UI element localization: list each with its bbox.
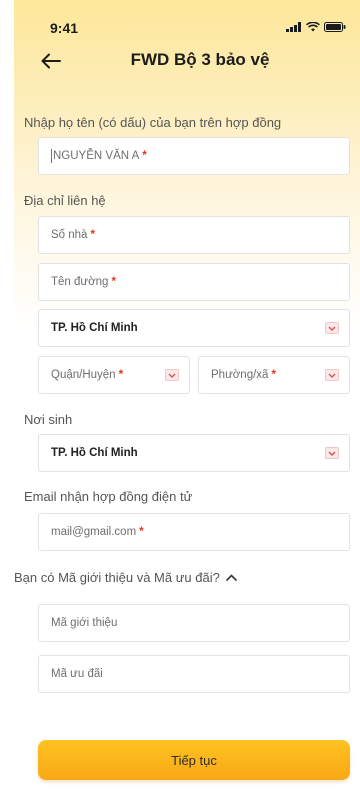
- required-mark: *: [90, 229, 95, 241]
- promo-toggle[interactable]: Bạn có Mã giới thiệu và Mã ưu đãi?: [14, 570, 237, 585]
- phone-screen: 9:41 FWD Bộ 3 bảo vệ Nhập họ tên (có dấu…: [14, 0, 360, 812]
- ward-select[interactable]: Phường/xã *: [198, 356, 350, 394]
- house-number-placeholder: Số nhà: [51, 229, 88, 241]
- referral-code-input[interactable]: Mã giới thiệu: [38, 604, 350, 642]
- required-mark: *: [142, 150, 147, 162]
- house-number-input[interactable]: Số nhà *: [38, 216, 350, 254]
- birthplace-select[interactable]: TP. Hồ Chí Minh: [38, 434, 350, 472]
- chevron-down-icon: [325, 322, 339, 334]
- full-name-input[interactable]: NGUYỄN VĂN A *: [38, 137, 350, 175]
- status-bar: 9:41: [14, 0, 360, 44]
- street-placeholder: Tên đường: [51, 276, 109, 288]
- page-title: FWD Bộ 3 bảo vệ: [130, 50, 270, 69]
- signal-icon: [286, 22, 301, 32]
- birthplace-label: Nơi sinh: [24, 412, 73, 427]
- battery-icon: [324, 22, 346, 32]
- name-label: Nhập họ tên (có dấu) của bạn trên hợp đồ…: [24, 115, 282, 130]
- city-value: TP. Hồ Chí Minh: [51, 322, 138, 334]
- district-placeholder: Quận/Huyện: [51, 369, 116, 381]
- referral-code-placeholder: Mã giới thiệu: [51, 617, 118, 629]
- birthplace-value: TP. Hồ Chí Minh: [51, 447, 138, 459]
- chevron-down-icon: [325, 369, 339, 381]
- discount-code-input[interactable]: Mã ưu đãi: [38, 655, 350, 693]
- full-name-placeholder: NGUYỄN VĂN A: [53, 150, 140, 162]
- street-input[interactable]: Tên đường *: [38, 263, 350, 301]
- nav-bar: FWD Bộ 3 bảo vệ: [14, 44, 360, 88]
- wifi-icon: [306, 22, 320, 32]
- text-cursor: [51, 149, 52, 163]
- city-select[interactable]: TP. Hồ Chí Minh: [38, 309, 350, 347]
- required-mark: *: [139, 526, 144, 538]
- email-placeholder: mail@gmail.com: [51, 526, 137, 538]
- address-label: Địa chỉ liên hệ: [24, 193, 106, 208]
- chevron-down-icon: [325, 447, 339, 459]
- email-label: Email nhận hợp đồng điện tử: [24, 489, 193, 504]
- chevron-down-icon: [165, 369, 179, 381]
- discount-code-placeholder: Mã ưu đãi: [51, 668, 103, 680]
- chevron-up-icon: [226, 574, 237, 581]
- status-time: 9:41: [50, 20, 79, 36]
- required-mark: *: [111, 276, 116, 288]
- continue-button[interactable]: Tiếp tục: [38, 740, 350, 780]
- email-input[interactable]: mail@gmail.com *: [38, 513, 350, 551]
- ward-placeholder: Phường/xã: [211, 369, 269, 381]
- required-mark: *: [271, 369, 276, 381]
- district-select[interactable]: Quận/Huyện *: [38, 356, 190, 394]
- promo-toggle-label: Bạn có Mã giới thiệu và Mã ưu đãi?: [14, 570, 220, 585]
- required-mark: *: [118, 369, 124, 381]
- status-icons: [286, 22, 346, 32]
